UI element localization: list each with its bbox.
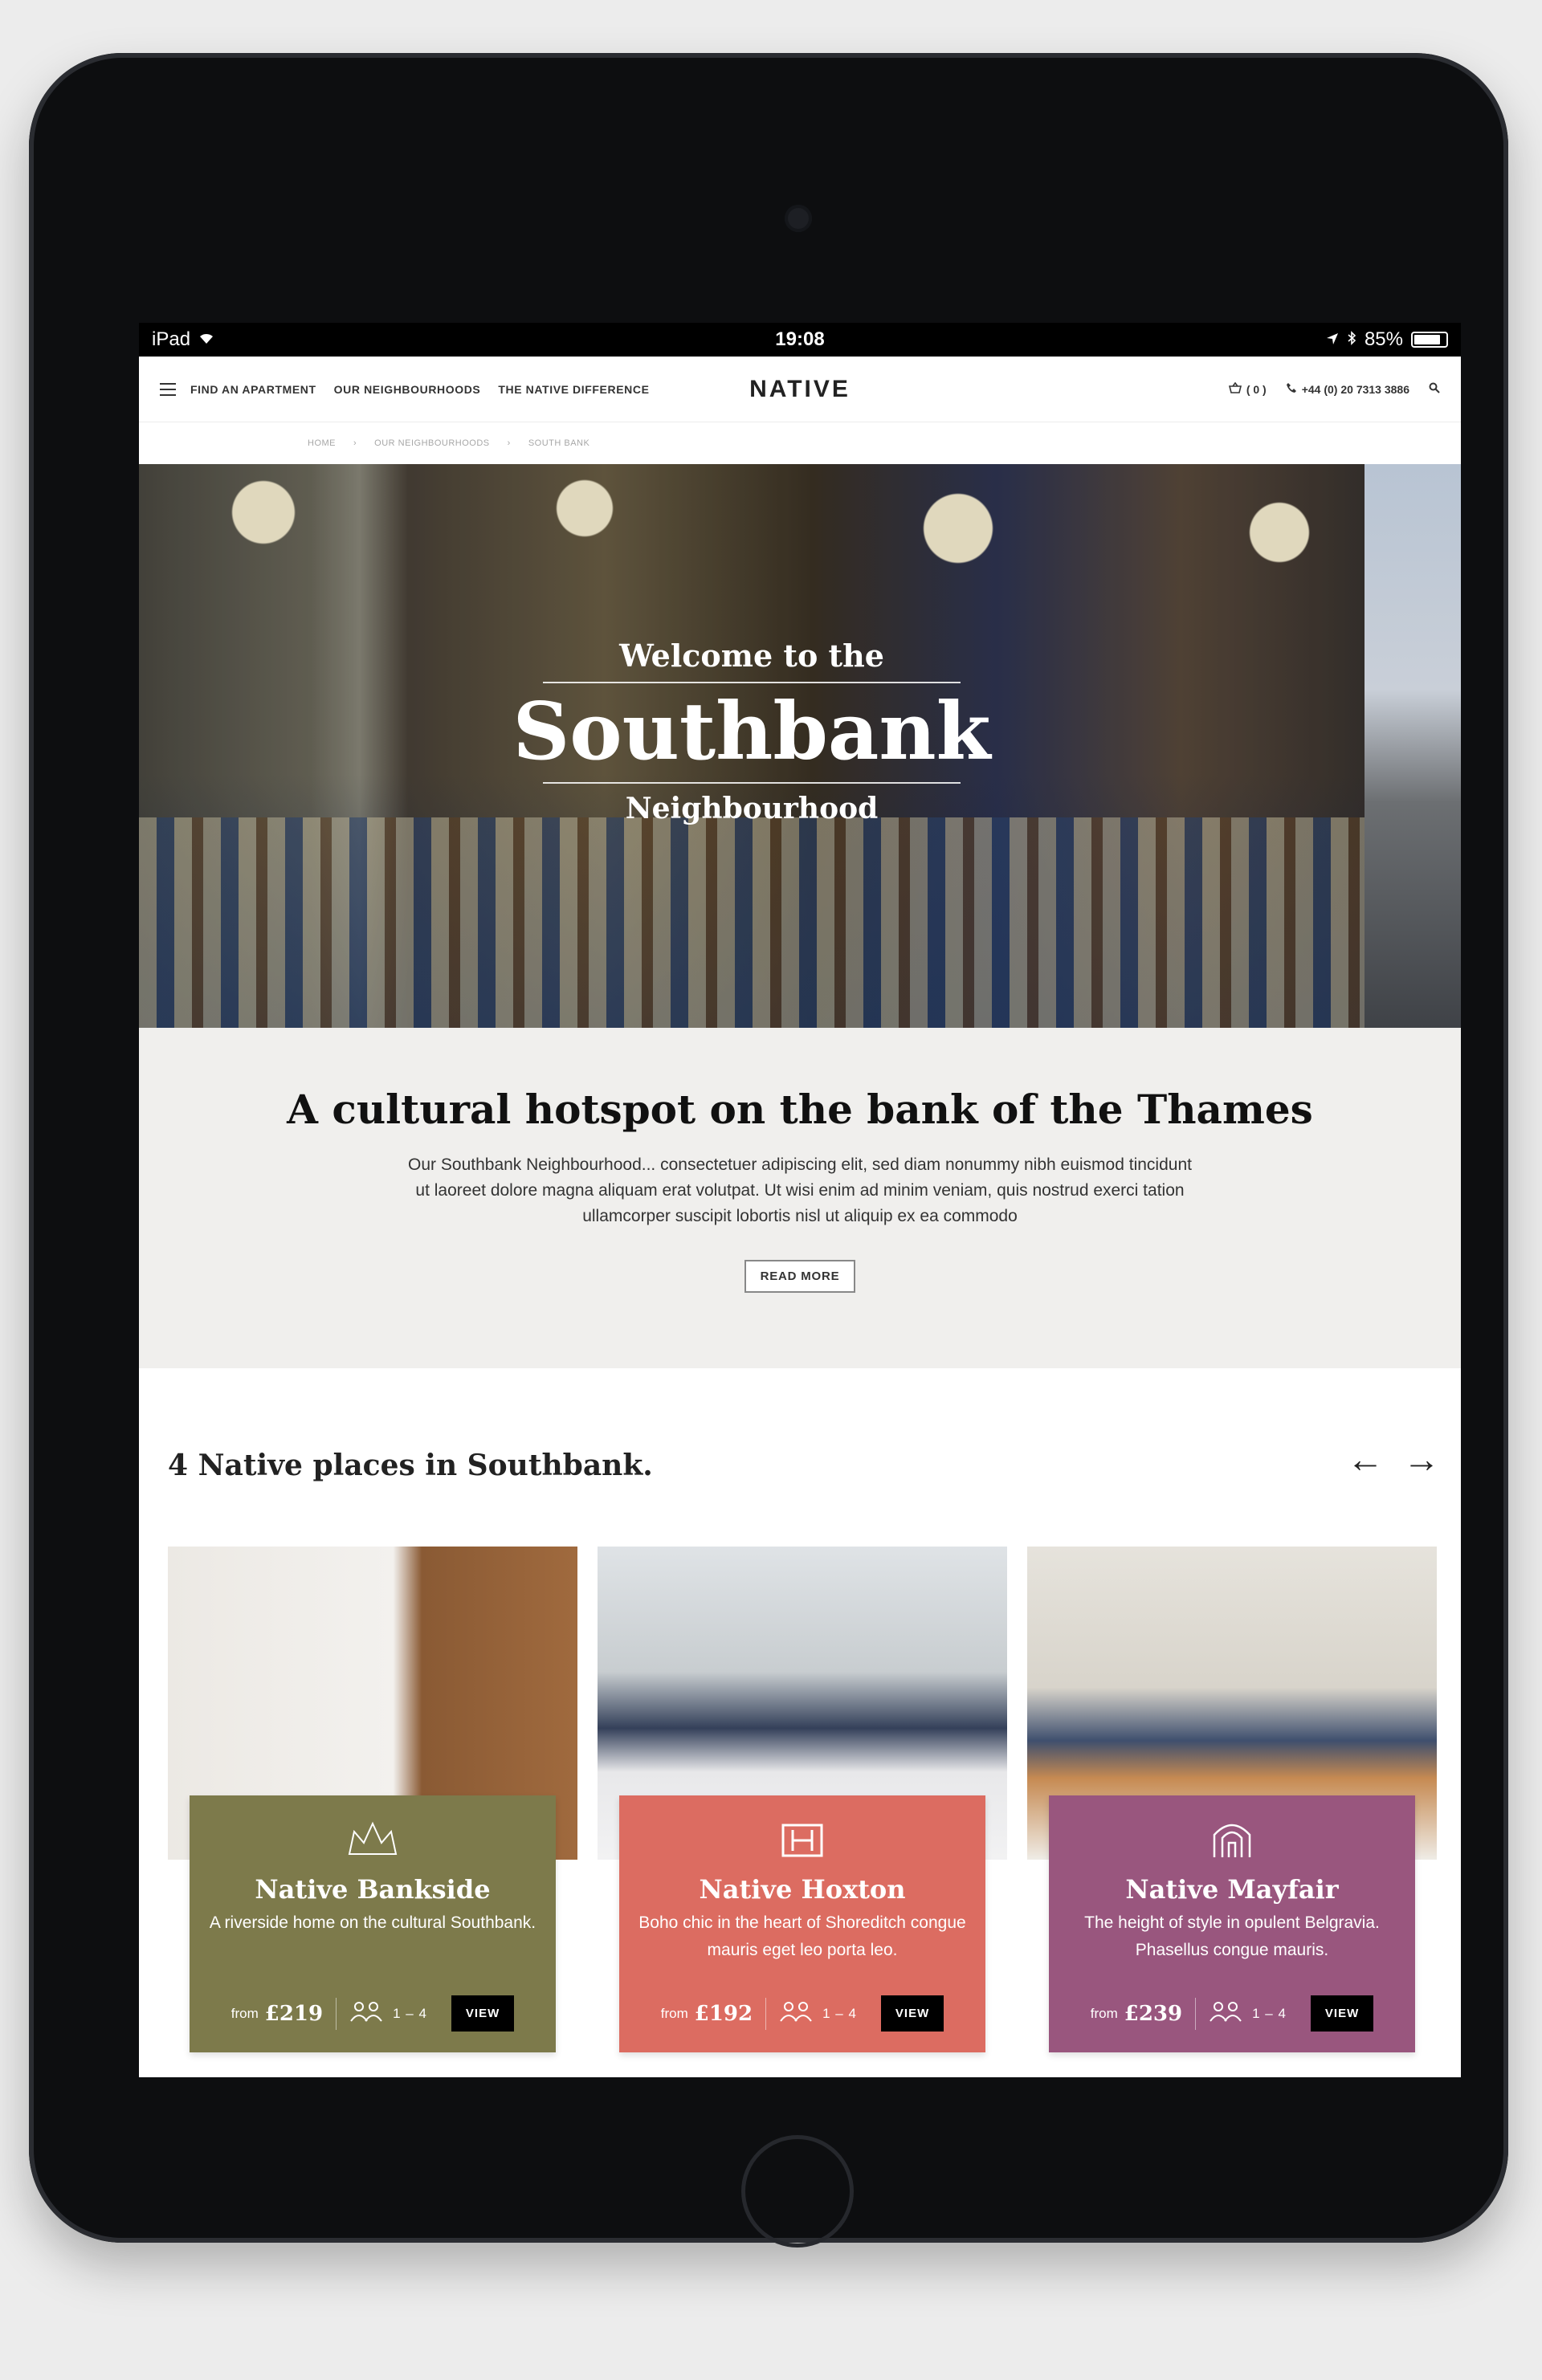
breadcrumb: HOME › OUR NEIGHBOURHOODS › SOUTH BANK <box>139 422 1461 464</box>
basket-icon <box>1228 381 1242 396</box>
arrow-left-icon[interactable]: ← <box>1347 1441 1384 1477</box>
place-card[interactable]: Native Bankside A riverside home on the … <box>168 1547 577 2052</box>
hero-title: Southbank <box>512 686 991 778</box>
intro-section: A cultural hotspot on the bank of the Th… <box>139 1028 1461 1368</box>
place-description: Boho chic in the heart of Shoreditch con… <box>638 1913 966 1959</box>
places-heading: 4 Native places in Southbank. <box>168 1449 653 1482</box>
guests-icon <box>779 2000 813 2027</box>
guest-range: 1 – 4 <box>822 2005 857 2021</box>
breadcrumb-home[interactable]: HOME <box>308 438 336 448</box>
nav-native-difference[interactable]: THE NATIVE DIFFERENCE <box>498 383 649 396</box>
read-more-button[interactable]: READ MORE <box>744 1260 856 1293</box>
guest-range: 1 – 4 <box>1252 2005 1287 2021</box>
place-price: £192 <box>694 2001 753 2026</box>
price-from-label: from <box>660 2005 688 2021</box>
battery-icon <box>1411 332 1448 348</box>
home-button[interactable] <box>741 2135 854 2248</box>
chevron-right-icon: › <box>507 438 511 448</box>
place-name: Native Mayfair <box>1125 1874 1339 1905</box>
divider <box>543 682 961 683</box>
chevron-right-icon: › <box>353 438 357 448</box>
breadcrumb-current: SOUTH BANK <box>528 438 590 448</box>
view-button[interactable]: VIEW <box>880 1995 944 2032</box>
hero: Welcome to the Southbank Neighbourhood <box>139 464 1461 1028</box>
places-section: 4 Native places in Southbank. ← → Native… <box>139 1368 1461 2067</box>
screen: iPad 19:08 85% FIND AN APARTMENT OUR NEI… <box>139 323 1461 2077</box>
place-name: Native Hoxton <box>699 1874 906 1905</box>
view-button[interactable]: VIEW <box>451 1995 515 2032</box>
place-description: The height of style in opulent Belgravia… <box>1084 1913 1380 1959</box>
guests-icon <box>349 2000 383 2027</box>
hero-title-block: Welcome to the Southbank Neighbourhood <box>139 638 1365 825</box>
cart-count: ( 0 ) <box>1246 382 1267 396</box>
device-label: iPad <box>152 328 191 350</box>
phone-icon <box>1286 382 1297 396</box>
intro-body: Our Southbank Neighbourhood... consectet… <box>408 1155 1192 1225</box>
status-bar: iPad 19:08 85% <box>139 323 1461 357</box>
top-nav: FIND AN APARTMENT OUR NEIGHBOURHOODS THE… <box>139 357 1461 422</box>
divider <box>336 1997 337 2030</box>
hero-pretitle: Welcome to the <box>619 638 884 674</box>
view-button[interactable]: VIEW <box>1310 1995 1374 2032</box>
camera <box>785 205 812 232</box>
place-description: A riverside home on the cultural Southba… <box>209 1913 536 1932</box>
phone-link[interactable]: +44 (0) 20 7313 3886 <box>1286 382 1409 396</box>
divider <box>765 1997 767 2030</box>
place-card[interactable]: Native Hoxton Boho chic in the heart of … <box>598 1547 1007 2052</box>
intro-heading: A cultural hotspot on the bank of the Th… <box>287 1086 1313 1133</box>
status-time: 19:08 <box>775 328 825 350</box>
crown-icon <box>346 1816 399 1861</box>
place-price: £239 <box>1124 2001 1183 2026</box>
place-panel: Native Mayfair The height of style in op… <box>1049 1795 1415 2052</box>
hero-subtitle: Neighbourhood <box>625 791 879 825</box>
place-card[interactable]: Native Mayfair The height of style in op… <box>1027 1547 1437 2052</box>
cart-link[interactable]: ( 0 ) <box>1228 381 1267 396</box>
place-price: £219 <box>264 2001 324 2026</box>
price-from-label: from <box>1090 2005 1118 2021</box>
wifi-icon <box>198 328 214 351</box>
building-h-icon <box>776 1816 829 1861</box>
bluetooth-icon <box>1347 328 1356 351</box>
price-from-label: from <box>230 2005 259 2021</box>
divider <box>1195 1997 1197 2030</box>
search-icon[interactable] <box>1429 382 1440 396</box>
guests-icon <box>1209 2000 1242 2027</box>
phone-number: +44 (0) 20 7313 3886 <box>1301 382 1409 396</box>
place-name: Native Bankside <box>255 1874 491 1905</box>
place-panel: Native Hoxton Boho chic in the heart of … <box>619 1795 985 2052</box>
arrow-right-icon[interactable]: → <box>1403 1441 1440 1477</box>
next-slide-preview[interactable] <box>1365 464 1461 1028</box>
arch-icon <box>1205 1816 1258 1861</box>
location-icon <box>1326 328 1339 351</box>
divider <box>543 781 961 784</box>
battery-percent: 85% <box>1364 328 1403 350</box>
ipad-device: iPad 19:08 85% FIND AN APARTMENT OUR NEI… <box>29 53 1508 2248</box>
menu-icon[interactable] <box>160 382 176 396</box>
breadcrumb-neighbourhoods[interactable]: OUR NEIGHBOURHOODS <box>374 438 489 448</box>
place-panel: Native Bankside A riverside home on the … <box>190 1795 556 2052</box>
guest-range: 1 – 4 <box>393 2005 427 2021</box>
nav-neighbourhoods[interactable]: OUR NEIGHBOURHOODS <box>334 383 481 396</box>
nav-find-apartment[interactable]: FIND AN APARTMENT <box>190 383 316 396</box>
